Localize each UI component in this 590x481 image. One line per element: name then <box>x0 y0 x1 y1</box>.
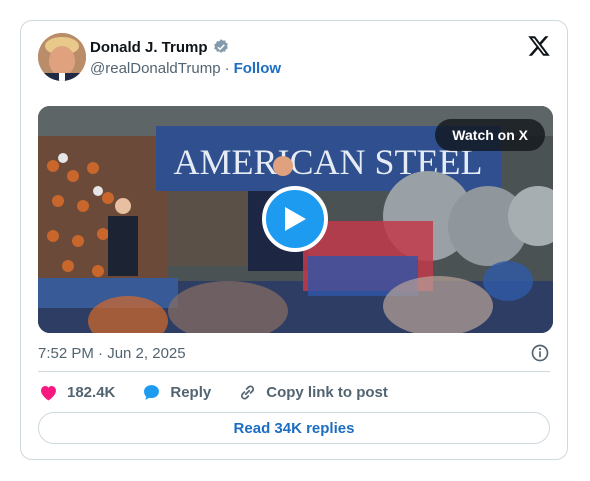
video-thumbnail[interactable]: AMERICAN STEEL Watch on X <box>38 106 553 333</box>
watch-on-x-button[interactable]: Watch on X <box>435 119 545 151</box>
reply-button[interactable]: Reply <box>141 382 211 403</box>
timestamp-row: 7:52 PM · Jun 2, 2025 <box>38 343 550 363</box>
avatar-image <box>38 33 86 81</box>
x-logo-icon[interactable] <box>527 34 551 58</box>
follow-button[interactable]: Follow <box>234 60 282 77</box>
reply-label: Reply <box>170 384 212 401</box>
play-icon <box>285 207 306 231</box>
reply-bubble-icon <box>144 385 160 400</box>
author-name[interactable]: Donald J. Trump <box>90 39 208 56</box>
copy-link-button[interactable]: Copy link to post <box>237 382 388 403</box>
play-button[interactable] <box>262 186 328 252</box>
heart-icon <box>41 385 56 401</box>
read-replies-button[interactable]: Read 34K replies <box>38 412 550 444</box>
info-icon[interactable] <box>530 343 550 363</box>
post-timestamp[interactable]: 7:52 PM · Jun 2, 2025 <box>38 345 186 362</box>
like-count: 182.4K <box>67 384 116 401</box>
divider <box>38 371 550 372</box>
author-handle-row: @realDonaldTrump · Follow <box>90 60 281 77</box>
copy-link-label: Copy link to post <box>266 384 388 401</box>
author-handle[interactable]: @realDonaldTrump <box>90 60 221 77</box>
like-button[interactable]: 182.4K <box>38 382 115 403</box>
author-name-row: Donald J. Trump <box>90 38 230 56</box>
actions-bar: 182.4K Reply Copy link to post <box>38 382 414 403</box>
link-icon <box>241 385 255 400</box>
embedded-post-card: Donald J. Trump @realDonaldTrump · Follo… <box>20 20 568 460</box>
verified-badge-icon <box>213 39 228 53</box>
author-avatar[interactable] <box>38 33 86 81</box>
handle-separator: · <box>224 60 230 77</box>
